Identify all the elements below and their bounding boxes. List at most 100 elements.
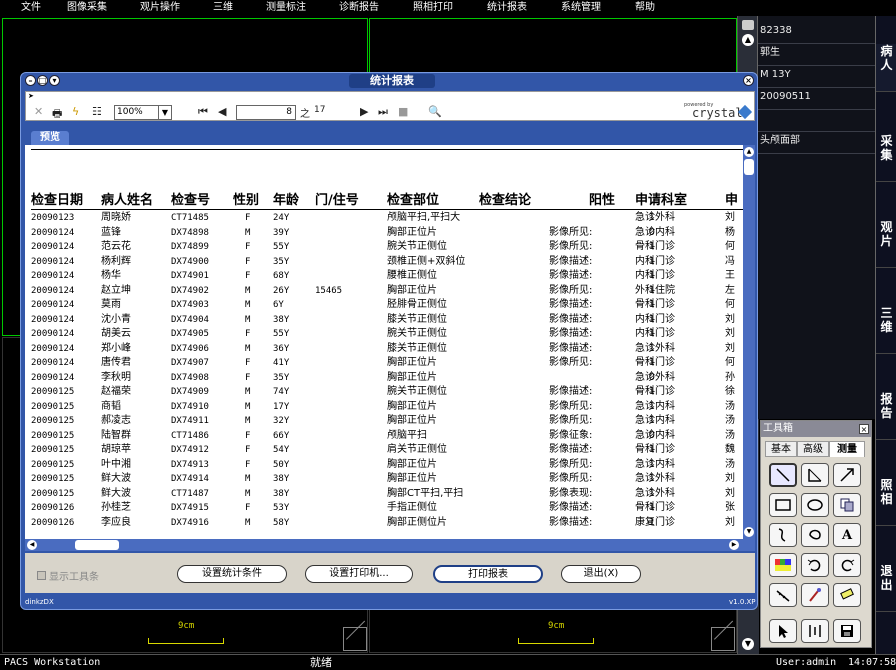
- menu-help[interactable]: 帮助: [635, 0, 675, 16]
- angle-tool-icon[interactable]: [801, 463, 829, 487]
- pointer-tool-icon[interactable]: [769, 619, 797, 643]
- menu-system[interactable]: 系统管理: [561, 0, 635, 16]
- toolbox-close-icon[interactable]: ×: [859, 424, 869, 434]
- dialog-restore-icon[interactable]: □: [37, 75, 48, 86]
- crystal-logo-text: crystal: [692, 106, 743, 120]
- set-printer-button[interactable]: 设置打印机...: [305, 565, 413, 583]
- arrow-tool-icon[interactable]: [833, 463, 861, 487]
- table-cell: DX74908: [171, 372, 209, 383]
- toolbox-tab-advanced[interactable]: 高级: [797, 441, 829, 457]
- side-tab-report[interactable]: 报告: [876, 392, 896, 440]
- table-cell: [315, 429, 385, 443]
- print-report-button[interactable]: 打印报表: [433, 565, 543, 583]
- resize-corner-left[interactable]: [343, 627, 367, 651]
- print-icon[interactable]: 🖶: [52, 105, 62, 124]
- menu-statistics[interactable]: 统计报表: [487, 0, 561, 16]
- vscroll-thumb[interactable]: [744, 159, 754, 175]
- table-cell: 急诊内科: [635, 415, 675, 426]
- table-cell: 骨科门诊: [635, 502, 675, 513]
- table-cell: 鲜大波: [101, 473, 131, 484]
- split-tool-icon[interactable]: [801, 619, 829, 643]
- scroll-thumb[interactable]: [742, 20, 754, 30]
- vscroll-up-icon[interactable]: ▲: [744, 147, 754, 157]
- status-bar: PACS Workstation 就绪 User:admin 14:07:58: [0, 654, 896, 670]
- dialog-close-icon[interactable]: ×: [743, 75, 754, 86]
- side-tab-capture[interactable]: 采集: [876, 134, 896, 182]
- redo-tool-icon[interactable]: [833, 553, 861, 577]
- show-toolbar-checkbox[interactable]: [37, 571, 46, 580]
- copy-tool-icon[interactable]: [833, 493, 861, 517]
- table-cell: 影像表现:: [549, 487, 593, 499]
- dialog-footer: dinkzDX v1.0.XP: [21, 595, 759, 609]
- next-page-icon[interactable]: ▶: [360, 105, 368, 118]
- menu-diagnosis[interactable]: 诊断报告: [339, 0, 413, 16]
- table-cell: 74Y: [273, 387, 290, 397]
- table-cell: DX74898: [171, 227, 209, 238]
- rect-tool-icon[interactable]: [769, 493, 797, 517]
- side-tab-photo[interactable]: 照相: [876, 478, 896, 526]
- menu-view[interactable]: 观片操作: [140, 0, 213, 16]
- report-horizontal-scrollbar[interactable]: ◀ ▶: [25, 539, 755, 551]
- first-page-icon[interactable]: ⏮: [198, 105, 208, 119]
- ellipse-tool-icon[interactable]: [801, 493, 829, 517]
- table-row: 20090124 唐传君 DX74907 F 41Y 胸部正位片 影像所见: 1 骨科门诊何: [25, 356, 743, 370]
- last-page-icon[interactable]: ⏭: [378, 105, 388, 119]
- close-report-icon[interactable]: ✕: [34, 105, 43, 118]
- text-tool-icon[interactable]: A: [833, 523, 861, 547]
- table-cell: 胸部正位片: [387, 415, 437, 426]
- table-cell: 急诊内科: [635, 429, 675, 441]
- group-tree-icon[interactable]: ☷: [92, 105, 102, 118]
- undo-tool-icon[interactable]: [801, 553, 829, 577]
- prev-page-icon[interactable]: ◀: [218, 105, 226, 118]
- vscroll-down-icon[interactable]: ▼: [744, 527, 754, 537]
- side-tab-exit[interactable]: 退出: [876, 564, 896, 612]
- dialog-title-bar[interactable]: – □ ▾ 统计报表 ×: [21, 73, 759, 89]
- palette-tool-icon[interactable]: [769, 553, 797, 577]
- eraser-tool-icon[interactable]: [833, 583, 861, 607]
- table-cell: 26Y: [273, 285, 290, 296]
- footer-version: v1.0.XP: [729, 598, 756, 606]
- dialog-button-area: 显示工具条 设置统计条件 设置打印机... 打印报表 退出(X): [25, 553, 755, 593]
- table-cell: DX74899: [171, 242, 209, 252]
- line-tool-icon[interactable]: [769, 463, 797, 487]
- resize-corner-right[interactable]: [711, 627, 735, 651]
- dialog-menu-icon[interactable]: ▾: [49, 75, 60, 86]
- menu-print[interactable]: 照相打印: [413, 0, 487, 16]
- menu-measure[interactable]: 测量标注: [266, 0, 339, 16]
- scroll-up-button[interactable]: ▲: [742, 34, 754, 46]
- table-cell: 20090124: [31, 256, 75, 267]
- side-tab-view[interactable]: 观片: [876, 220, 896, 268]
- side-tab-patient[interactable]: 病人: [876, 44, 896, 92]
- save-tool-icon[interactable]: [833, 619, 861, 643]
- search-icon[interactable]: 🔍: [428, 105, 442, 118]
- stop-icon[interactable]: ■: [398, 105, 408, 118]
- scroll-down-button[interactable]: ▼: [742, 638, 754, 650]
- freehand-tool-icon[interactable]: [769, 523, 797, 547]
- exit-button[interactable]: 退出(X): [561, 565, 641, 583]
- table-cell: 影像描述:: [549, 270, 593, 281]
- zoom-dropdown-icon[interactable]: ▼: [158, 106, 171, 119]
- table-cell: 20090124: [31, 300, 75, 310]
- menu-capture[interactable]: 图像采集: [67, 0, 140, 16]
- hscroll-thumb[interactable]: [75, 540, 119, 550]
- tab-preview[interactable]: 预览: [31, 131, 69, 145]
- table-cell: 胸部正位片: [387, 473, 437, 484]
- hscroll-left-icon[interactable]: ◀: [27, 540, 37, 550]
- set-conditions-button[interactable]: 设置统计条件: [177, 565, 287, 583]
- page-number-input[interactable]: 8: [236, 105, 296, 120]
- report-vertical-scrollbar[interactable]: ▲ ▼: [743, 145, 755, 539]
- magic-tool-icon[interactable]: [801, 583, 829, 607]
- toolbox-tab-basic[interactable]: 基本: [765, 441, 797, 457]
- table-cell: [315, 313, 385, 327]
- side-tab-3d[interactable]: 三维: [876, 306, 896, 354]
- page-of-label: 之: [300, 109, 310, 120]
- menu-3d[interactable]: 三维: [213, 0, 266, 16]
- refresh-icon[interactable]: ϟ: [72, 105, 79, 118]
- zoom-select[interactable]: 100% ▼: [114, 105, 172, 120]
- ruler-tool-icon[interactable]: [769, 583, 797, 607]
- toolbox-tab-measure[interactable]: 测量: [829, 441, 865, 457]
- hscroll-right-icon[interactable]: ▶: [729, 540, 739, 550]
- menu-file[interactable]: 文件: [21, 0, 67, 16]
- dialog-minimize-icon[interactable]: –: [25, 75, 36, 86]
- closed-curve-tool-icon[interactable]: [801, 523, 829, 547]
